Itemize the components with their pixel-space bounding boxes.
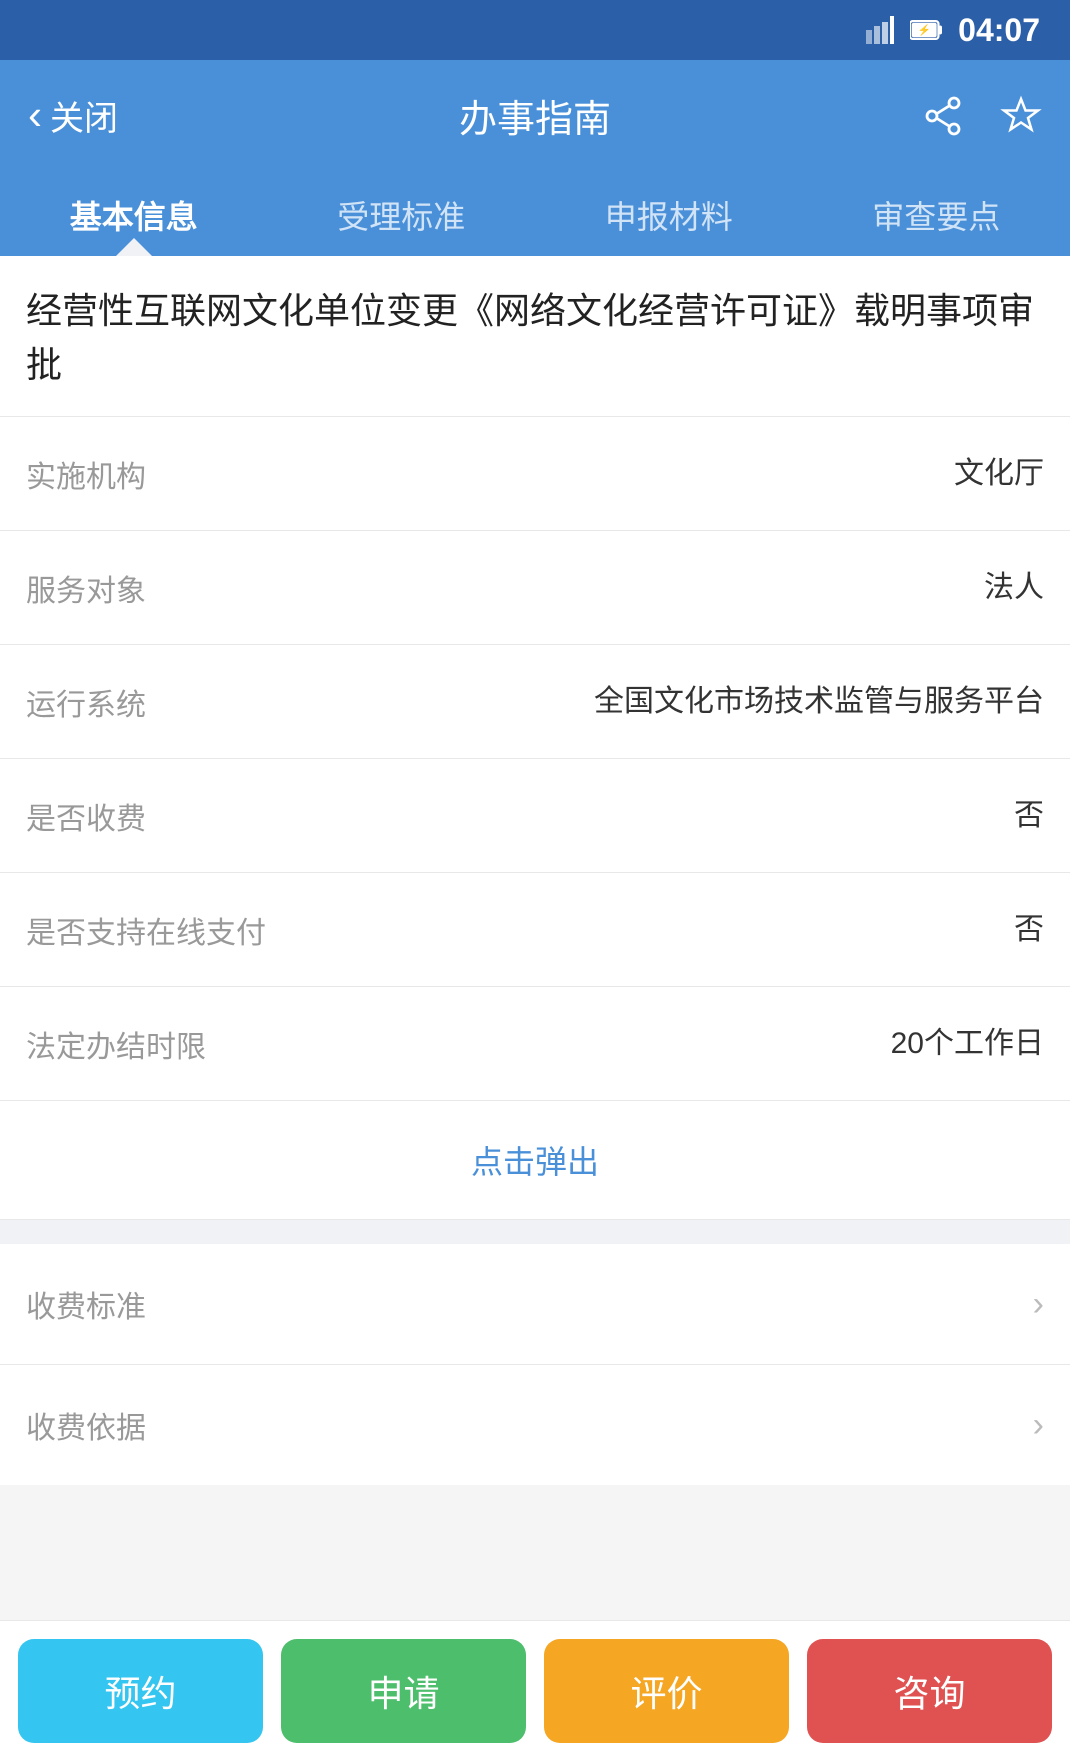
list-row-label-fee-standard: 收费标准 [26,1282,146,1326]
chevron-right-icon-fee-basis: › [1033,1406,1044,1445]
list-row-fee-standard[interactable]: 收费标准 › [0,1244,1070,1365]
info-label-online-pay: 是否支持在线支付 [26,908,266,952]
tab-materials[interactable]: 申报材料 [535,170,803,256]
info-label-system: 运行系统 [26,680,206,724]
signal-icon [866,16,894,44]
tab-bar: 基本信息 受理标准 申报材料 审查要点 [0,170,1070,256]
chevron-right-icon-fee-standard: › [1033,1285,1044,1324]
info-row-institution: 实施机构 文化厅 [0,417,1070,531]
info-row-system: 运行系统 全国文化市场技术监管与服务平台 [0,645,1070,759]
info-row-deadline: 法定办结时限 20个工作日 [0,987,1070,1101]
info-value-institution: 文化厅 [954,451,1044,496]
star-button[interactable] [1000,93,1042,137]
info-value-fee: 否 [1014,793,1044,838]
star-icon [1000,95,1042,137]
info-section: 实施机构 文化厅 服务对象 法人 运行系统 全国文化市场技术监管与服务平台 是否… [0,417,1070,1220]
back-label: 关闭 [50,91,118,140]
info-value-target: 法人 [984,565,1044,610]
bottom-action-bar: 预约 申请 评价 咨询 [0,1620,1070,1760]
chevron-left-icon: ‹ [28,94,42,136]
info-value-online-pay: 否 [1014,907,1044,952]
tab-standard[interactable]: 受理标准 [268,170,536,256]
share-icon [922,95,964,137]
battery-icon: ⚡ [910,16,942,44]
info-row-fee: 是否收费 否 [0,759,1070,873]
list-row-fee-basis[interactable]: 收费依据 › [0,1365,1070,1485]
popup-row[interactable]: 点击弹出 [0,1101,1070,1220]
info-value-system: 全国文化市场技术监管与服务平台 [594,679,1044,724]
nav-actions [912,93,1042,137]
nav-bar: ‹ 关闭 办事指南 [0,60,1070,170]
popup-button[interactable]: 点击弹出 [471,1144,599,1180]
svg-text:⚡: ⚡ [918,24,931,37]
info-label-deadline: 法定办结时限 [26,1022,206,1066]
section-divider [0,1220,1070,1244]
info-label-target: 服务对象 [26,566,206,610]
info-row-target: 服务对象 法人 [0,531,1070,645]
share-button[interactable] [922,93,964,137]
reserve-button[interactable]: 预约 [18,1639,263,1743]
info-row-online-pay: 是否支持在线支付 否 [0,873,1070,987]
status-bar: ⚡ 04:07 [0,0,1070,60]
consult-button[interactable]: 咨询 [807,1639,1052,1743]
list-row-label-fee-basis: 收费依据 [26,1403,146,1447]
tab-basic[interactable]: 基本信息 [0,170,268,256]
back-button[interactable]: ‹ 关闭 [28,91,158,140]
info-value-deadline: 20个工作日 [891,1021,1044,1066]
info-label-institution: 实施机构 [26,452,206,496]
rate-button[interactable]: 评价 [544,1639,789,1743]
status-time: 04:07 [958,12,1040,49]
list-section: 收费标准 › 收费依据 › [0,1244,1070,1485]
info-label-fee: 是否收费 [26,794,206,838]
page-title-area: 经营性互联网文化单位变更《网络文化经营许可证》载明事项审批 [0,256,1070,417]
nav-title: 办事指南 [158,88,912,143]
apply-button[interactable]: 申请 [281,1639,526,1743]
content-area: 经营性互联网文化单位变更《网络文化经营许可证》载明事项审批 实施机构 文化厅 服… [0,256,1070,1645]
page-title: 经营性互联网文化单位变更《网络文化经营许可证》载明事项审批 [26,284,1044,392]
tab-review[interactable]: 审查要点 [803,170,1070,256]
